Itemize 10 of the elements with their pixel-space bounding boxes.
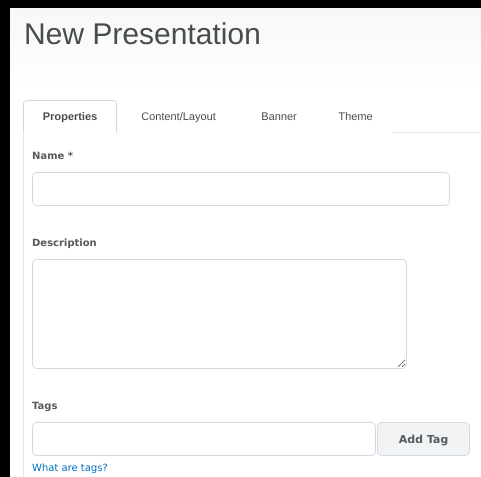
description-field[interactable] [32,259,407,369]
name-field[interactable] [32,172,450,206]
tab[interactable]: Properties [23,100,117,133]
tags-field[interactable] [32,422,376,456]
field-label: Name * [32,151,74,162]
page-title: New Presentation [23,17,262,53]
field-label: Description [32,238,98,249]
add-tag-button[interactable]: Add Tag [377,422,470,456]
field-label: Tags [32,401,58,412]
help-link[interactable]: What are tags? [32,463,108,474]
